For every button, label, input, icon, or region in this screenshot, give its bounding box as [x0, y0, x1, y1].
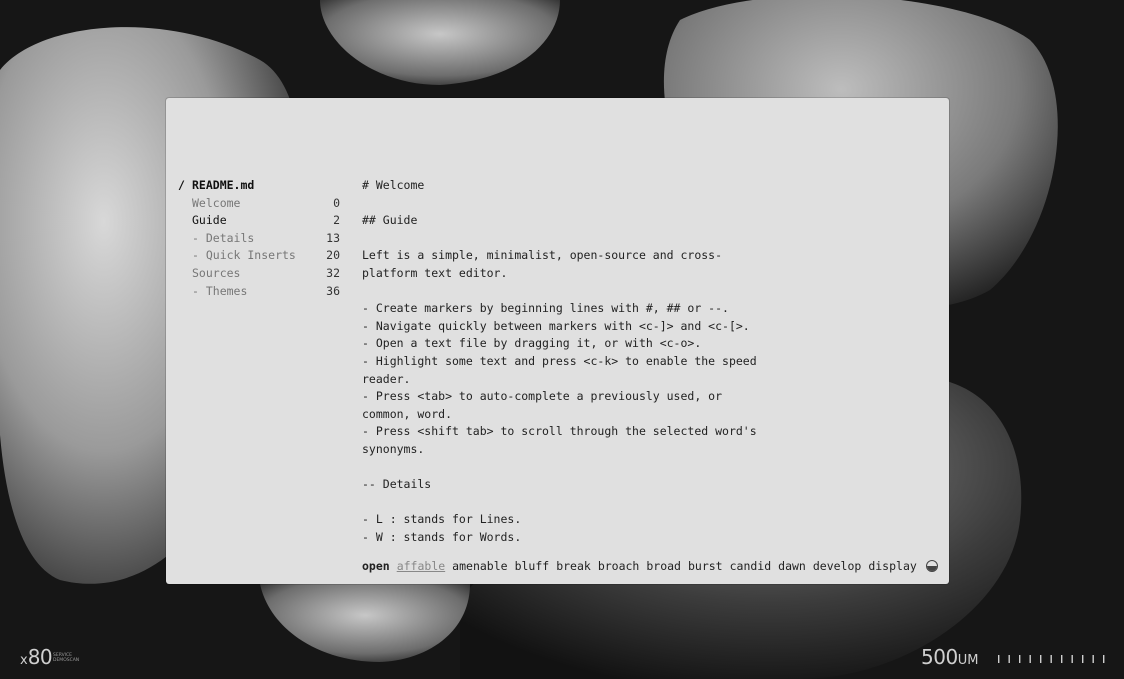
scale-value: 500: [921, 645, 958, 669]
synonym-selected[interactable]: affable: [397, 559, 445, 573]
synonym-word[interactable]: burst: [688, 559, 723, 573]
synonym-word[interactable]: dawn: [778, 559, 806, 573]
navigator-item-guide[interactable]: Guide 2: [178, 212, 343, 230]
editor-line: - Press <shift tab> to scroll through th…: [362, 424, 757, 439]
navigator-item-line: 32: [326, 265, 340, 280]
navigator-item-label: - Details: [192, 230, 255, 245]
navigator-item-themes[interactable]: - Themes 36: [178, 283, 343, 301]
editor-line: - Create markers by beginning lines with…: [362, 301, 729, 316]
scale-tick: [1061, 655, 1063, 663]
marker-navigator: / README.md Welcome 0 Guide 2 - Details …: [178, 177, 343, 300]
editor-line: reader.: [362, 371, 411, 386]
synonym-word[interactable]: break: [556, 559, 591, 573]
editor-line: - L : stands for Lines.: [362, 512, 522, 527]
scale-tick: [1103, 655, 1105, 663]
editor-line: Left is a simple, minimalist, open-sourc…: [362, 248, 723, 263]
navigator-item-welcome[interactable]: Welcome 0: [178, 195, 343, 213]
navigator-item-label: - Themes: [192, 283, 248, 298]
editor-line: - Open a text file by dragging it, or wi…: [362, 336, 702, 351]
magnification-meta: SERVICE DEMOSCAN: [53, 653, 93, 663]
navigator-item-sources[interactable]: Sources 32: [178, 265, 343, 283]
scale-tick: [1019, 655, 1021, 663]
navigator-item-details[interactable]: - Details 13: [178, 230, 343, 248]
current-word: open: [362, 559, 390, 573]
file-name: README.md: [192, 178, 255, 192]
editor-line: -- Details: [362, 477, 432, 492]
navigator-item-line: 2: [333, 213, 340, 228]
editor-line: ## Guide: [362, 213, 418, 228]
synonym-word[interactable]: bluff: [515, 559, 550, 573]
scale-tick: [1050, 655, 1052, 663]
editor-line: - W : stands for Words.: [362, 529, 522, 544]
editor-line: - Highlight some text and press <c-k> to…: [362, 353, 757, 368]
editor-line: synonyms.: [362, 441, 425, 456]
navigator-item-line: 20: [326, 248, 340, 263]
navigator-item-label: - Quick Inserts: [192, 248, 296, 263]
navigator-item-line: 0: [333, 195, 340, 210]
scale-tick: [1029, 655, 1031, 663]
scale-tick: [998, 655, 1000, 663]
synonym-suggestion-bar: open affable amenable bluff break broach broad…: [362, 558, 924, 574]
magnification-readout: x80 SERVICE DEMOSCAN: [20, 645, 79, 669]
editor-line: # Welcome: [362, 178, 425, 192]
editor-line: - Navigate quickly between markers with …: [362, 318, 750, 333]
text-editor-area[interactable]: # Welcome ## Guide Left is a simple, min…: [362, 177, 922, 547]
magnification-prefix: x: [20, 653, 28, 668]
navigator-item-line: 36: [326, 283, 340, 298]
scale-tick: [1092, 655, 1094, 663]
editor-window: / README.md Welcome 0 Guide 2 - Details …: [166, 98, 949, 584]
synonym-word[interactable]: display: [868, 559, 916, 573]
navigator-item-label: Welcome: [192, 195, 241, 210]
scale-readout: 500UM: [921, 645, 978, 669]
synonym-word[interactable]: candid: [730, 559, 772, 573]
editor-line: platform text editor.: [362, 265, 508, 280]
navigator-item-quick-inserts[interactable]: - Quick Inserts 20: [178, 247, 343, 265]
navigator-item-line: 13: [326, 230, 340, 245]
navigator-item-label: Guide: [192, 213, 227, 228]
editor-line: common, word.: [362, 406, 453, 421]
navigator-item-label: Sources: [192, 265, 241, 280]
meta-line-2: DEMOSCAN: [53, 658, 80, 663]
scale-tick: [1071, 655, 1073, 663]
scale-tick: [1082, 655, 1084, 663]
theme-toggle-icon[interactable]: [926, 560, 938, 572]
synonym-word[interactable]: broad: [646, 559, 681, 573]
synonym-word[interactable]: amenable: [452, 559, 507, 573]
scale-unit: UM: [957, 653, 979, 668]
scale-tick: [1040, 655, 1042, 663]
scale-bar-ticks: [998, 655, 1105, 663]
synonym-word[interactable]: broach: [598, 559, 640, 573]
selected-marker: /: [178, 178, 185, 192]
editor-line: - Press <tab> to auto-complete a previou…: [362, 389, 723, 404]
synonym-word[interactable]: develop: [813, 559, 861, 573]
scale-tick: [1008, 655, 1010, 663]
navigator-file-row[interactable]: / README.md: [178, 177, 343, 195]
magnification-value: 80: [27, 645, 53, 669]
